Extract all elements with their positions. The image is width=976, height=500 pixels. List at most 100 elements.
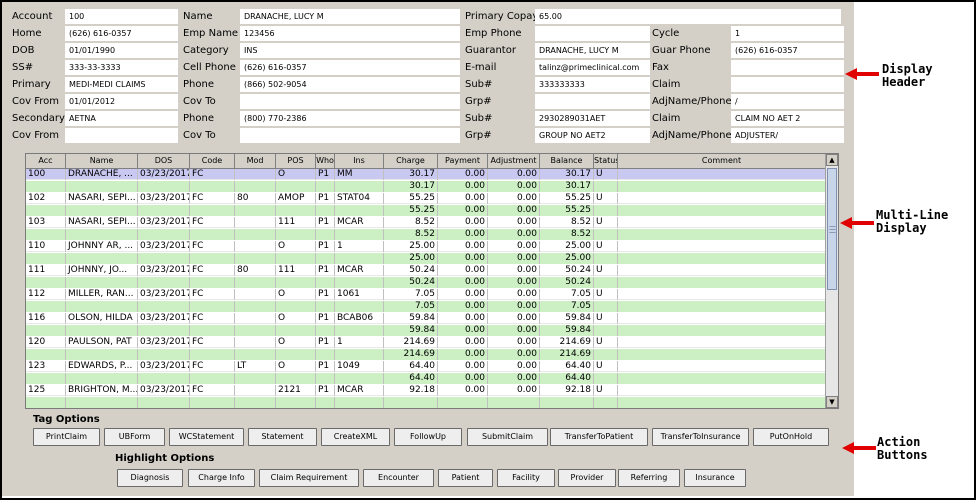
tag-button-transfertoinsurance[interactable]: TransferToInsurance bbox=[652, 428, 749, 446]
cell-name: EDWARDS, P... bbox=[66, 361, 138, 372]
highlight-button-insurance[interactable]: Insurance bbox=[684, 469, 746, 487]
field-value[interactable]: 333333333 bbox=[535, 77, 650, 92]
table-row[interactable]: 102 NASARI, SEPI... 03/23/2017 FC 80 AMOP P1 ST… bbox=[26, 193, 826, 204]
field-label: Grp# bbox=[465, 96, 492, 107]
table-subrow[interactable]: 64.40 0.00 0.00 64.40 bbox=[26, 373, 826, 384]
subcell-charge bbox=[384, 397, 438, 408]
column-header[interactable]: Comment bbox=[618, 154, 826, 169]
column-header[interactable]: Status bbox=[594, 154, 618, 169]
table-row[interactable]: 123 EDWARDS, P... 03/23/2017 FC LT O P1 1049 64.… bbox=[26, 361, 826, 372]
table-subrow[interactable]: 7.05 0.00 0.00 7.05 bbox=[26, 301, 826, 312]
column-header[interactable]: Acc bbox=[26, 154, 66, 169]
field-value[interactable]: 100 bbox=[65, 9, 178, 24]
table-subrow[interactable]: 59.84 0.00 0.00 59.84 bbox=[26, 325, 826, 336]
field-value[interactable] bbox=[240, 128, 460, 143]
cell-dos: 03/23/2017 bbox=[140, 361, 190, 372]
field-value[interactable] bbox=[731, 60, 844, 75]
subcell-ins bbox=[335, 301, 384, 312]
highlight-button-diagnosis[interactable]: Diagnosis bbox=[117, 469, 183, 487]
column-header[interactable]: Payment bbox=[438, 154, 488, 169]
table-subrow[interactable]: 214.69 0.00 0.00 214.69 bbox=[26, 349, 826, 360]
table-row[interactable]: 103 NASARI, SEPI... 03/23/2017 FC 111 P1 MCAR 8… bbox=[26, 217, 826, 228]
field-value[interactable]: ADJUSTER/ bbox=[731, 128, 844, 143]
column-header[interactable]: DOS bbox=[138, 154, 190, 169]
highlight-button-referring[interactable]: Referring bbox=[618, 469, 680, 487]
field-value[interactable]: 01/01/1990 bbox=[65, 43, 178, 58]
highlight-button-encounter[interactable]: Encounter bbox=[363, 469, 434, 487]
column-header[interactable]: Charge bbox=[384, 154, 438, 169]
vertical-scrollbar[interactable]: ▲ — — — ▼ bbox=[825, 154, 838, 408]
field-value[interactable]: DRANACHE, LUCY M bbox=[240, 9, 460, 24]
field-value[interactable] bbox=[535, 26, 650, 41]
field-value[interactable]: 01/01/2012 bbox=[65, 94, 178, 109]
subcell-status bbox=[594, 397, 618, 408]
column-header[interactable]: POS bbox=[276, 154, 316, 169]
field-value[interactable]: AETNA bbox=[65, 111, 178, 126]
highlight-button-provider[interactable]: Provider bbox=[558, 469, 616, 487]
field-value[interactable] bbox=[731, 77, 844, 92]
multi-line-table[interactable]: Acc Name DOS Code Mod POS Who Ins Charge Payment A… bbox=[25, 153, 839, 409]
cell-pos: O bbox=[276, 337, 316, 348]
highlight-button-charge-info[interactable]: Charge Info bbox=[188, 469, 255, 487]
display-header-annotation: Display Header bbox=[882, 62, 933, 89]
field-value[interactable] bbox=[65, 128, 178, 143]
table-row[interactable]: 110 JOHNNY AR, ... 03/23/2017 FC O P1 1 25.00 0.… bbox=[26, 241, 826, 252]
scroll-down-button[interactable]: ▼ bbox=[826, 396, 838, 408]
field-value[interactable]: (626) 616-0357 bbox=[240, 60, 460, 75]
tag-button-printclaim[interactable]: PrintClaim bbox=[33, 428, 100, 446]
table-row[interactable]: 120 PAULSON, PAT 03/23/2017 FC O P1 1 214.69 0.0… bbox=[26, 337, 826, 348]
highlight-button-patient[interactable]: Patient bbox=[438, 469, 493, 487]
table-subrow[interactable]: 30.17 0.00 0.00 30.17 bbox=[26, 181, 826, 192]
field-value[interactable]: (626) 616-0357 bbox=[731, 43, 844, 58]
table-subrow[interactable]: 55.25 0.00 0.00 55.25 bbox=[26, 205, 826, 216]
column-header[interactable]: Balance bbox=[540, 154, 594, 169]
field-value[interactable]: CLAIM NO AET 2 bbox=[731, 111, 844, 126]
table-row[interactable]: 125 BRIGHTON, M... 03/23/2017 FC 2121 P1 MCAR 9… bbox=[26, 385, 826, 396]
field-value[interactable]: / bbox=[731, 94, 844, 109]
table-row[interactable]: 112 MILLER, RAN... 03/23/2017 FC O P1 1061 7.05… bbox=[26, 289, 826, 300]
tag-button-putonhold[interactable]: PutOnHold bbox=[753, 428, 829, 446]
cell-payment: 0.00 bbox=[438, 265, 488, 276]
tag-button-transfertopatient[interactable]: TransferToPatient bbox=[550, 428, 648, 446]
tag-button-createxml[interactable]: CreateXML bbox=[321, 428, 390, 446]
field-value[interactable]: 333-33-3333 bbox=[65, 60, 178, 75]
field-value[interactable]: (866) 502-9054 bbox=[240, 77, 460, 92]
highlight-button-claim-requirement[interactable]: Claim Requirement bbox=[259, 469, 359, 487]
field-value[interactable]: (800) 770-2386 bbox=[240, 111, 460, 126]
column-header[interactable]: Name bbox=[66, 154, 138, 169]
tag-button-statement[interactable]: Statement bbox=[248, 428, 317, 446]
table-subrow[interactable]: 8.52 0.00 0.00 8.52 bbox=[26, 229, 826, 240]
scroll-up-button[interactable]: ▲ bbox=[826, 154, 838, 166]
field-value[interactable]: MEDI-MEDI CLAIMS bbox=[65, 77, 178, 92]
field-value[interactable]: 123456 bbox=[240, 26, 460, 41]
field-value[interactable]: (626) 616-0357 bbox=[65, 26, 178, 41]
column-header[interactable]: Adjustment bbox=[488, 154, 540, 169]
field-value[interactable] bbox=[535, 94, 650, 109]
field-value[interactable]: 2930289031AET bbox=[535, 111, 650, 126]
table-row[interactable]: 111 JOHNNY, JO... 03/23/2017 FC 80 111 P1 MCAR 5… bbox=[26, 265, 826, 276]
table-subrow[interactable] bbox=[26, 397, 826, 408]
field-value[interactable]: INS bbox=[240, 43, 460, 58]
column-header[interactable]: Ins bbox=[335, 154, 384, 169]
table-row[interactable]: 100 DRANACHE, ... 03/23/2017 FC O P1 MM 30.17 0.… bbox=[26, 169, 826, 180]
field-value[interactable]: 1 bbox=[731, 26, 844, 41]
highlight-button-facility[interactable]: Facility bbox=[497, 469, 555, 487]
field-label: Fax bbox=[652, 62, 669, 73]
scroll-thumb[interactable]: — — — bbox=[827, 168, 837, 290]
field-value[interactable]: 65.00 bbox=[535, 9, 841, 24]
tag-button-followup[interactable]: FollowUp bbox=[394, 428, 462, 446]
subcell-acc bbox=[26, 325, 66, 336]
field-value[interactable] bbox=[240, 94, 460, 109]
field-value[interactable]: talinz@primeclinical.com bbox=[535, 60, 650, 75]
table-subrow[interactable]: 50.24 0.00 0.00 50.24 bbox=[26, 277, 826, 288]
tag-button-ubform[interactable]: UBForm bbox=[104, 428, 165, 446]
tag-button-wcstatement[interactable]: WCStatement bbox=[169, 428, 244, 446]
column-header[interactable]: Mod bbox=[235, 154, 276, 169]
column-header[interactable]: Who bbox=[316, 154, 335, 169]
field-value[interactable]: DRANACHE, LUCY M bbox=[535, 43, 650, 58]
table-row[interactable]: 116 OLSON, HILDA 03/23/2017 FC O P1 BCAB06 59.8… bbox=[26, 313, 826, 324]
column-header[interactable]: Code bbox=[190, 154, 235, 169]
tag-button-submitclaim[interactable]: SubmitClaim bbox=[467, 428, 548, 446]
field-value[interactable]: GROUP NO AET2 bbox=[535, 128, 650, 143]
table-subrow[interactable]: 25.00 0.00 0.00 25.00 bbox=[26, 253, 826, 264]
